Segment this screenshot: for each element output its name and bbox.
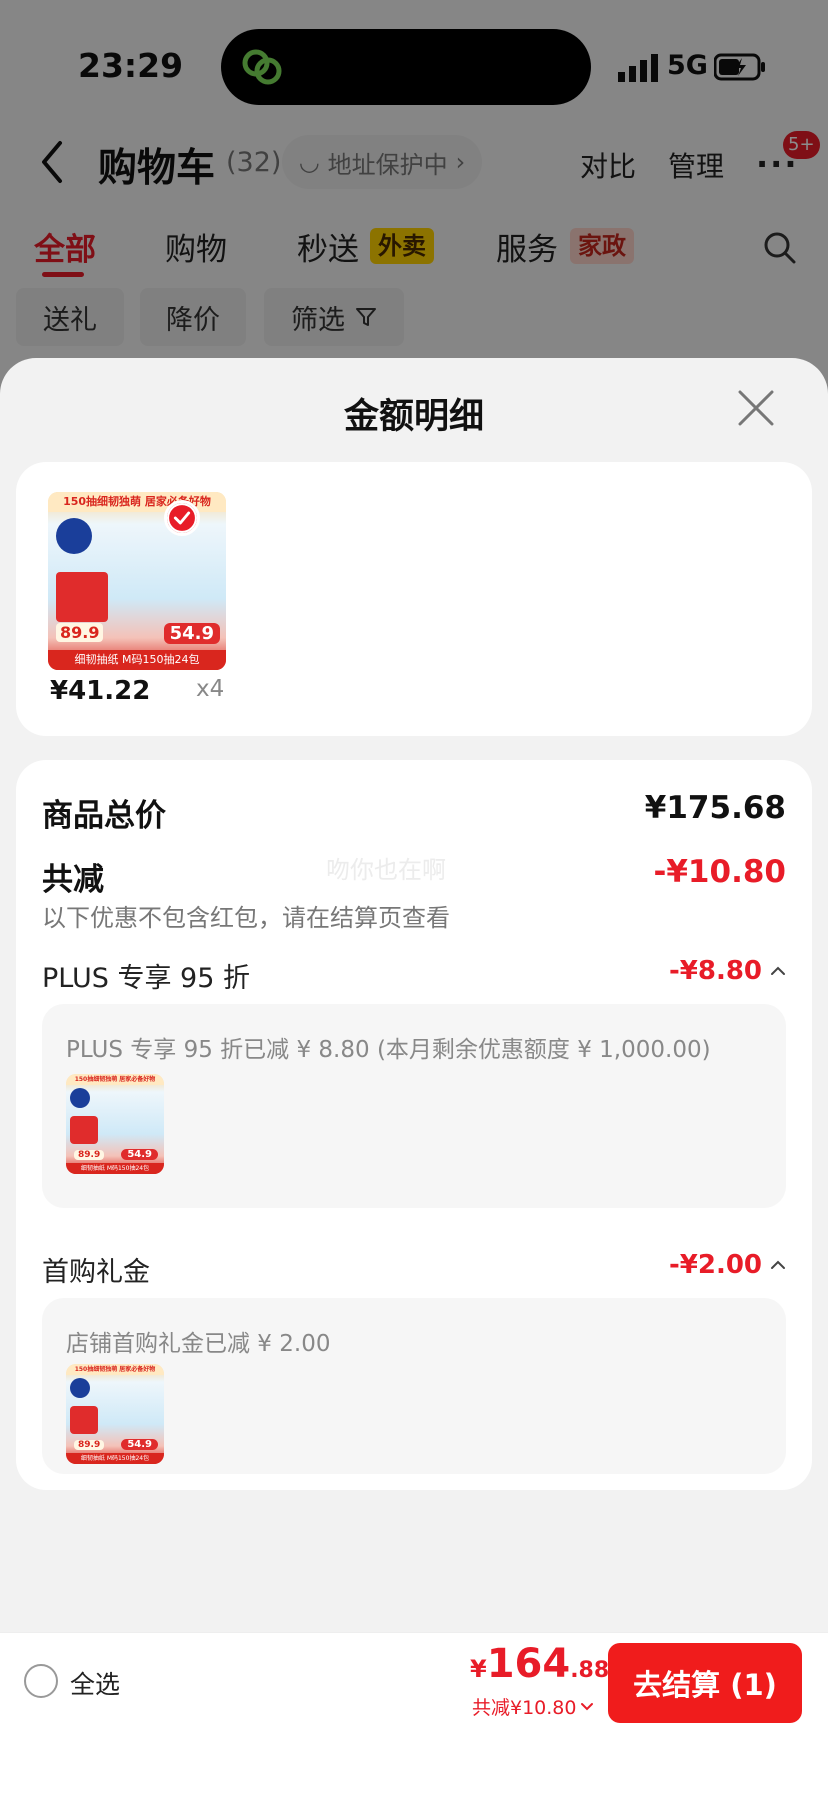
small-image-price-right: 54.9: [121, 1439, 158, 1450]
small-image-caption: 细韧抽纸 M码150抽24包: [66, 1163, 164, 1174]
package-graphic: [70, 1406, 98, 1434]
small-image-price-left: 89.9: [74, 1440, 105, 1450]
checkout-button[interactable]: 去结算 (1): [608, 1643, 802, 1723]
package-graphic: [70, 1116, 98, 1144]
total-currency: ¥: [470, 1655, 487, 1683]
total-discount-value: -¥10.80: [653, 854, 787, 890]
small-image-price-right: 54.9: [121, 1149, 158, 1160]
image-price-left: 89.9: [56, 623, 104, 642]
close-icon[interactable]: [736, 388, 776, 428]
small-image-headline: 150抽细韧独萌 居家必备好物: [66, 1074, 164, 1085]
brand-logo-icon: [70, 1088, 90, 1108]
first-gift-label: 首购礼金: [42, 1257, 150, 1288]
plus-discount-detail: PLUS 专享 95 折已减 ¥ 8.80 (本月剩余优惠额度 ¥ 1,000.…: [42, 1004, 786, 1208]
small-image-caption: 细韧抽纸 M码150抽24包: [66, 1453, 164, 1464]
total-discount-label: 共减: [42, 862, 104, 898]
saved-amount: 共减¥10.80: [472, 1697, 577, 1719]
image-price-right: 54.9: [163, 623, 220, 644]
home-indicator-area: [0, 1728, 828, 1801]
discount-note: 以下优惠不包含红包，请在结算页查看: [42, 904, 450, 932]
selected-check-icon: [164, 500, 200, 536]
small-image-price-left: 89.9: [74, 1150, 105, 1160]
sheet-title: 金额明细: [343, 397, 484, 437]
total-decimal: .88: [570, 1658, 610, 1683]
saved-amount-toggle[interactable]: 共减¥10.80: [472, 1693, 594, 1720]
first-gift-detail-text: 店铺首购礼金已减 ¥ 2.00: [66, 1331, 331, 1357]
total-integer: 164: [486, 1641, 571, 1687]
product-quantity: x4: [196, 676, 225, 702]
small-image-headline: 150抽细韧独萌 居家必备好物: [66, 1364, 164, 1375]
watermark-text: 吻你也在啊: [326, 856, 446, 884]
price-breakdown-card: 商品总价 ¥175.68 吻你也在啊 共减 -¥10.80 以下优惠不包含红包，…: [16, 760, 812, 1490]
image-headline: 150抽细韧独萌 居家必备好物: [48, 492, 226, 512]
brand-logo-icon: [56, 518, 92, 554]
image-caption: 细韧抽纸 M码150抽24包: [48, 650, 226, 670]
product-card: 150抽细韧独萌 居家必备好物 89.9 54.9 细韧抽纸 M码150抽24包…: [16, 462, 812, 736]
brand-logo-icon: [70, 1378, 90, 1398]
goods-total-value: ¥175.68: [644, 790, 786, 826]
plus-discount-detail-text: PLUS 专享 95 折已减 ¥ 8.80 (本月剩余优惠额度 ¥ 1,000.…: [66, 1037, 711, 1063]
product-unit-price: ¥41.22: [50, 676, 151, 706]
chevron-down-icon: [581, 1702, 594, 1710]
total-price: ¥164.88: [470, 1641, 609, 1687]
first-gift-value: -¥2.00: [668, 1250, 762, 1280]
first-gift-product-thumbnail: 150抽细韧独萌 居家必备好物 89.9 54.9 细韧抽纸 M码150抽24包: [66, 1364, 164, 1464]
plus-discount-toggle[interactable]: -¥8.80: [669, 956, 786, 986]
first-gift-toggle[interactable]: -¥2.00: [669, 1250, 786, 1280]
plus-discount-label: PLUS 专享 95 折: [42, 963, 250, 994]
checkout-bar: 全选 ¥164.88 共减¥10.80 去结算 (1): [0, 1632, 828, 1728]
select-all-label[interactable]: 全选: [70, 1665, 120, 1701]
package-graphic: [56, 572, 108, 622]
plus-discount-value: -¥8.80: [668, 956, 762, 986]
chevron-up-icon: [771, 966, 785, 975]
chevron-up-icon: [771, 1260, 785, 1269]
first-gift-detail: 店铺首购礼金已减 ¥ 2.00 150抽细韧独萌 居家必备好物 89.9 54.…: [42, 1298, 786, 1474]
goods-total-label: 商品总价: [42, 798, 166, 834]
amount-detail-sheet: 金额明细 150抽细韧独萌 居家必备好物 89.9 54.9 细韧抽纸 M码15…: [0, 358, 828, 1801]
plus-discount-product-thumbnail: 150抽细韧独萌 居家必备好物 89.9 54.9 细韧抽纸 M码150抽24包: [66, 1074, 164, 1174]
select-all-checkbox[interactable]: [24, 1664, 58, 1698]
